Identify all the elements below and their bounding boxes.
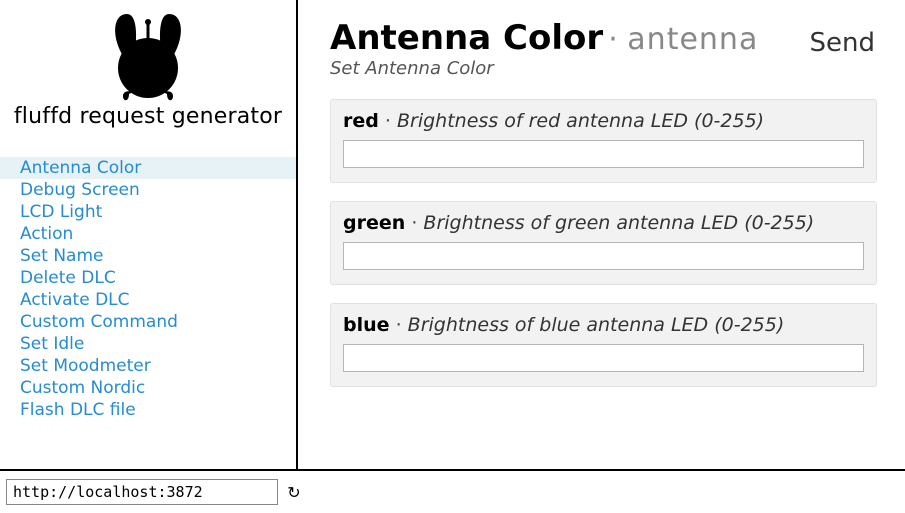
param-name: blue [343, 314, 390, 336]
nav-list: Antenna ColorDebug ScreenLCD LightAction… [0, 157, 296, 421]
param-separator: · [379, 110, 397, 132]
param-blue: blue · Brightness of blue antenna LED (0… [330, 303, 877, 387]
params-list: red · Brightness of red antenna LED (0-2… [330, 99, 877, 387]
param-name: red [343, 110, 379, 132]
param-green: green · Brightness of green antenna LED … [330, 201, 877, 285]
send-button[interactable]: Send [810, 18, 877, 58]
page-heading: Antenna Color · antenna [330, 18, 758, 58]
title-separator: · [608, 22, 627, 57]
param-desc: Brightness of green antenna LED (0-255) [423, 212, 814, 234]
main-panel: Antenna Color · antenna Set Antenna Colo… [298, 0, 905, 469]
sidebar: fluffd request generator Antenna ColorDe… [0, 0, 298, 469]
param-separator: · [405, 212, 423, 234]
sidebar-item-debug-screen[interactable]: Debug Screen [0, 179, 296, 201]
sidebar-item-antenna-color[interactable]: Antenna Color [0, 157, 296, 179]
bottombar: ↻ [0, 469, 905, 513]
sidebar-item-action[interactable]: Action [0, 223, 296, 245]
sidebar-item-delete-dlc[interactable]: Delete DLC [0, 267, 296, 289]
sidebar-item-flash-dlc-file[interactable]: Flash DLC file [0, 399, 296, 421]
param-label: blue · Brightness of blue antenna LED (0… [343, 314, 864, 336]
sidebar-item-set-idle[interactable]: Set Idle [0, 333, 296, 355]
logo-area: fluffd request generator [0, 0, 296, 135]
page-subtitle: antenna [627, 22, 758, 57]
param-desc: Brightness of red antenna LED (0-255) [397, 110, 764, 132]
param-name: green [343, 212, 405, 234]
sidebar-item-activate-dlc[interactable]: Activate DLC [0, 289, 296, 311]
param-separator: · [390, 314, 408, 336]
param-desc: Brightness of blue antenna LED (0-255) [408, 314, 785, 336]
furby-logo-icon [93, 6, 203, 106]
reload-icon[interactable]: ↻ [284, 482, 304, 502]
param-input-blue[interactable] [343, 344, 864, 372]
server-url-input[interactable] [6, 479, 278, 505]
param-input-red[interactable] [343, 140, 864, 168]
param-label: red · Brightness of red antenna LED (0-2… [343, 110, 864, 132]
sidebar-item-custom-nordic[interactable]: Custom Nordic [0, 377, 296, 399]
param-red: red · Brightness of red antenna LED (0-2… [330, 99, 877, 183]
sidebar-item-lcd-light[interactable]: LCD Light [0, 201, 296, 223]
sidebar-item-set-moodmeter[interactable]: Set Moodmeter [0, 355, 296, 377]
page-title: Antenna Color [330, 18, 603, 58]
page-description: Set Antenna Color [330, 58, 758, 79]
param-label: green · Brightness of green antenna LED … [343, 212, 864, 234]
param-input-green[interactable] [343, 242, 864, 270]
sidebar-item-custom-command[interactable]: Custom Command [0, 311, 296, 333]
app-title: fluffd request generator [0, 104, 296, 129]
sidebar-item-set-name[interactable]: Set Name [0, 245, 296, 267]
